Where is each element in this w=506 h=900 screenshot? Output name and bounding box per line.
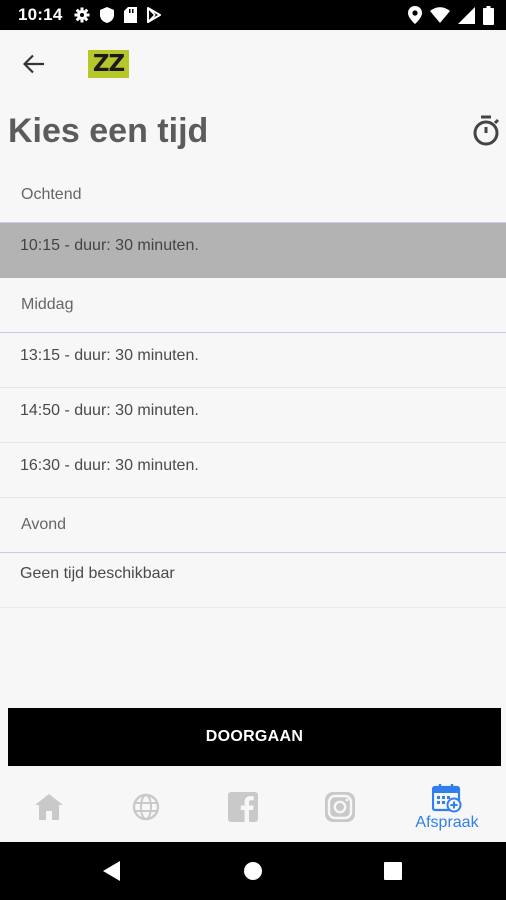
globe-icon [132, 793, 159, 821]
sd-card-icon [124, 7, 138, 23]
wifi-icon [430, 7, 450, 23]
nav-label-appointment: Afspraak [415, 813, 479, 831]
shield-icon [100, 7, 115, 23]
location-icon [408, 6, 422, 24]
section-header-morning: Ochtend [0, 168, 506, 223]
instagram-icon [324, 792, 355, 822]
no-slots-message: Geen tijd beschikbaar [0, 553, 506, 608]
section-header-afternoon: Middag [0, 278, 506, 333]
timer-button[interactable] [470, 114, 502, 148]
page-title: Kies een tijd [8, 112, 209, 150]
triangle-back-icon [103, 861, 120, 881]
stopwatch-icon [473, 115, 500, 146]
nav-item-instagram[interactable] [291, 772, 388, 842]
battery-icon [483, 5, 494, 25]
time-slot[interactable]: 14:50 - duur: 30 minuten. [0, 388, 506, 443]
nav-item-facebook[interactable] [194, 772, 291, 842]
system-home-button[interactable] [223, 842, 283, 900]
time-slot[interactable]: 13:15 - duur: 30 minuten. [0, 333, 506, 388]
status-bar: 10:14 [0, 0, 506, 30]
status-time: 10:14 [18, 5, 63, 24]
nav-item-web[interactable] [97, 772, 194, 842]
time-slot[interactable]: 16:30 - duur: 30 minuten. [0, 443, 506, 498]
calendar-add-icon [432, 783, 462, 812]
nav-item-appointment[interactable]: Afspraak [388, 772, 506, 842]
home-icon [34, 794, 63, 820]
system-back-button[interactable] [82, 842, 142, 900]
back-button[interactable] [18, 50, 50, 78]
system-recents-button[interactable] [363, 842, 423, 900]
system-nav-bar [0, 842, 506, 900]
time-slot-list: Ochtend 10:15 - duur: 30 minuten. Middag… [0, 168, 506, 608]
nav-item-home[interactable] [0, 772, 97, 842]
facebook-icon [227, 792, 258, 822]
signal-icon [458, 6, 475, 24]
gear-icon [74, 7, 90, 23]
play-store-icon [147, 7, 162, 23]
square-recents-icon [384, 862, 402, 880]
section-header-evening: Avond [0, 498, 506, 553]
continue-button[interactable]: DOORGAAN [8, 708, 501, 766]
circle-home-icon [244, 862, 262, 880]
status-system-icons [408, 5, 494, 25]
app-logo: ZZ [88, 50, 129, 78]
app-bar: ZZ [0, 30, 506, 98]
status-notification-icons [74, 7, 162, 23]
time-slot-selected[interactable]: 10:15 - duur: 30 minuten. [0, 223, 506, 278]
bottom-nav: Afspraak [0, 772, 506, 842]
arrow-left-icon [23, 54, 44, 74]
